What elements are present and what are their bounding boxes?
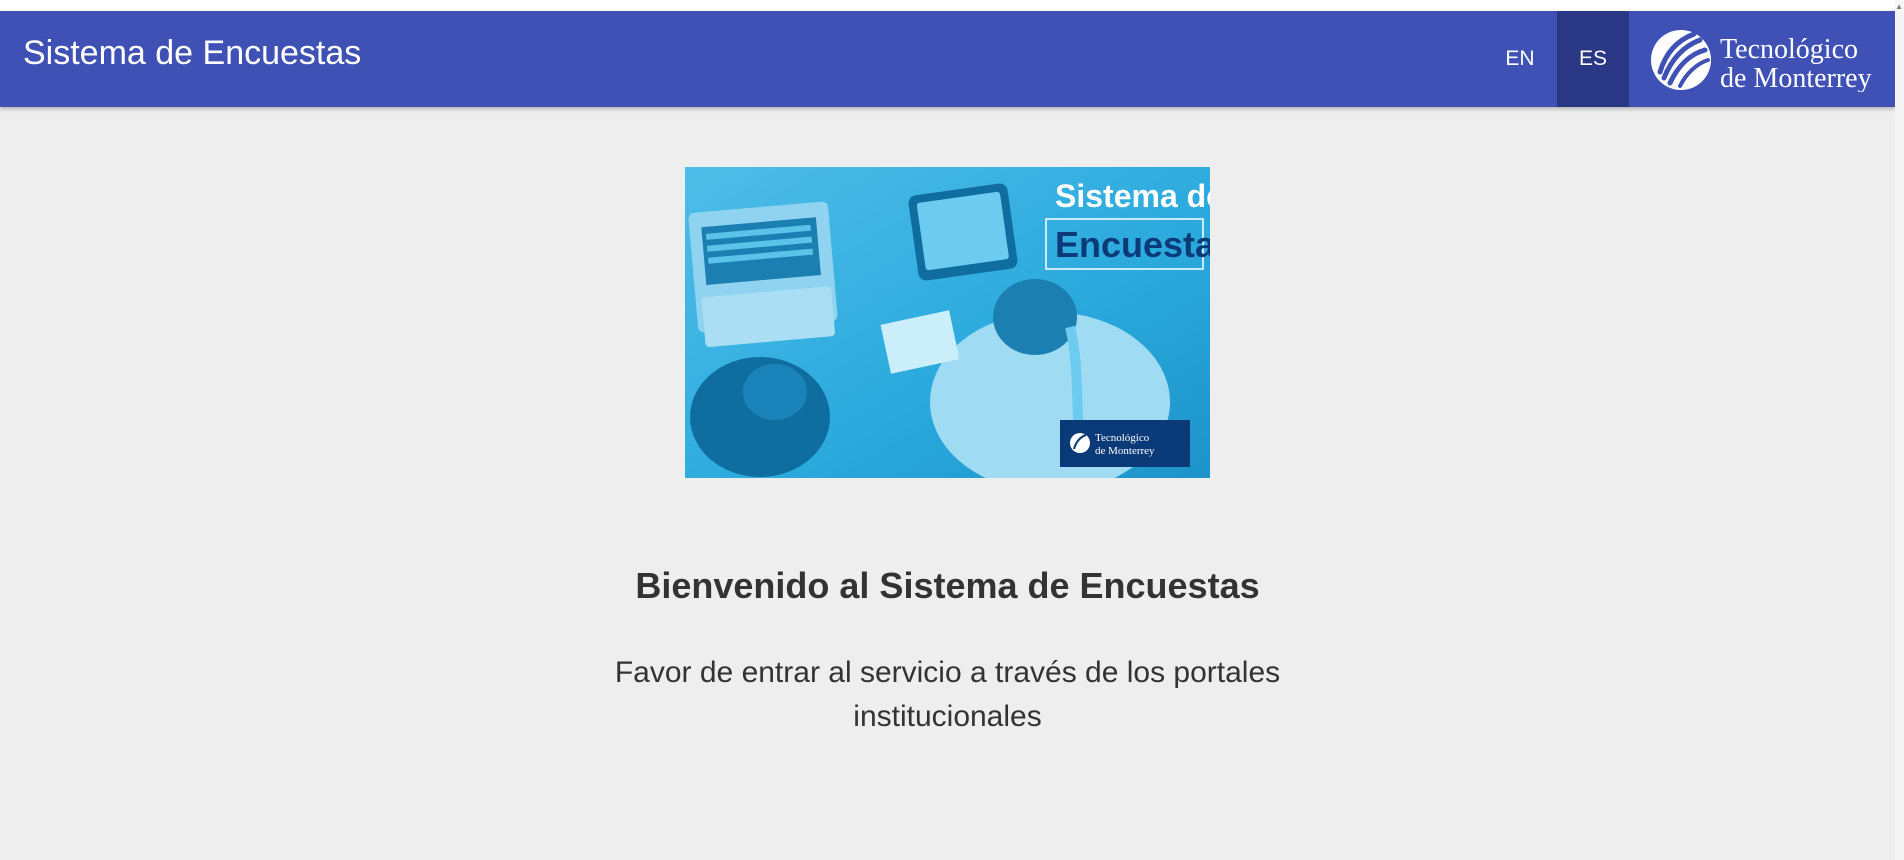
- welcome-heading: Bienvenido al Sistema de Encuestas: [635, 565, 1260, 606]
- tablet-illustration: [908, 183, 1018, 281]
- app-title: Sistema de Encuestas: [23, 34, 362, 72]
- language-button-en[interactable]: EN: [1484, 11, 1556, 107]
- app-toolbar: Sistema de Encuestas EN ES Tecnológico d…: [0, 11, 1895, 107]
- brand-name-line2: de Monterrey: [1720, 63, 1872, 92]
- hero-title-line2: Encuestas: [1055, 224, 1210, 265]
- hero-banner: Sistema de Encuestas Tecnológico de Mont…: [685, 167, 1210, 478]
- scroll-up-icon[interactable]: ▲: [1895, 2, 1903, 11]
- tec-logo-icon: [1651, 30, 1711, 90]
- hero-title-line1: Sistema de: [1055, 178, 1210, 214]
- laptop-illustration: [688, 201, 838, 347]
- hero-badge-line1: Tecnológico: [1095, 432, 1150, 444]
- badge-logo-icon: [1070, 433, 1090, 453]
- scrollbar[interactable]: ▲: [1895, 0, 1904, 860]
- window-top-edge: [0, 0, 1904, 11]
- brand-name-line1: Tecnológico: [1720, 34, 1858, 65]
- language-button-es[interactable]: ES: [1557, 11, 1629, 107]
- hero-badge-line2: de Monterrey: [1095, 445, 1155, 457]
- brand-logo: Tecnológico de Monterrey: [1650, 28, 1885, 94]
- login-instructions: Favor de entrar al servicio a través de …: [614, 656, 1281, 733]
